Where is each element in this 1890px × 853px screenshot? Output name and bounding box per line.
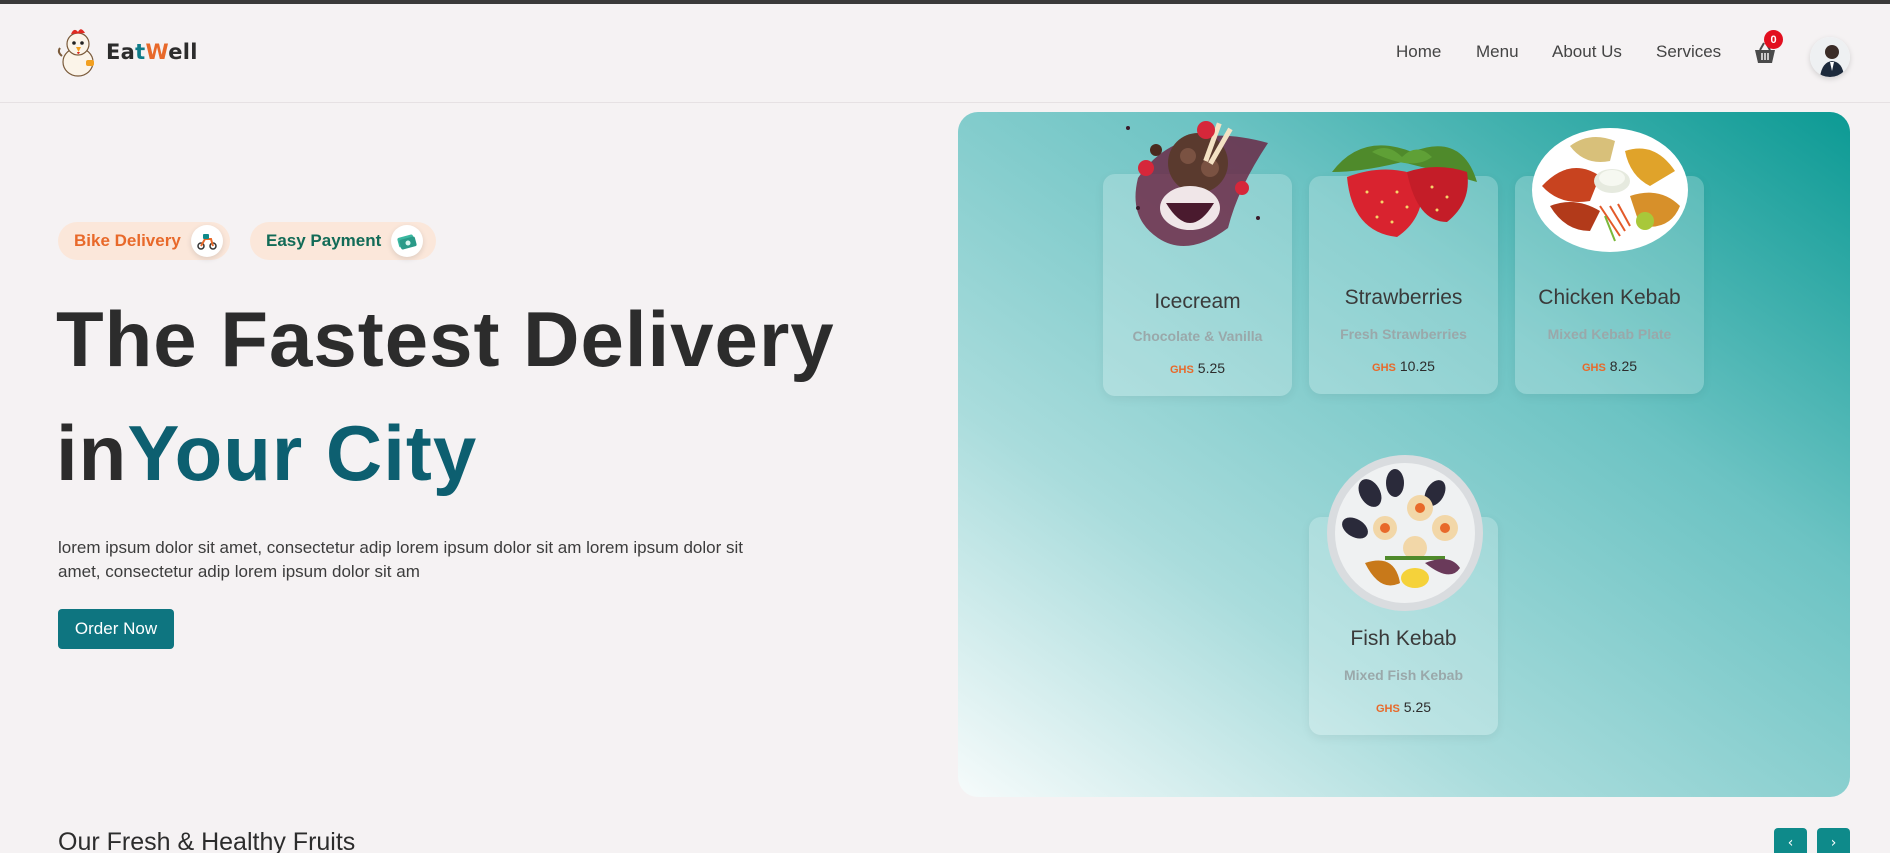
brand-part-2: t bbox=[135, 40, 146, 64]
nav-menu[interactable]: Menu bbox=[1476, 42, 1519, 62]
brand-part-4: ell bbox=[168, 40, 198, 64]
brand-name: EatWell bbox=[106, 40, 198, 64]
food-name: Strawberries bbox=[1344, 286, 1463, 309]
food-price-value: 8.25 bbox=[1609, 358, 1638, 374]
food-subtitle: Chocolate & Vanilla bbox=[1132, 328, 1263, 344]
food-price: GHS 5.25 bbox=[1103, 360, 1292, 376]
food-subtitle: Fresh Strawberries bbox=[1340, 326, 1467, 342]
food-currency: GHS bbox=[1372, 362, 1396, 374]
fruits-prev-button[interactable]: ‹ bbox=[1774, 828, 1807, 853]
food-price-value: 5.25 bbox=[1197, 360, 1226, 376]
cart-count-badge: 0 bbox=[1764, 30, 1783, 49]
chicken-mascot-icon bbox=[56, 26, 100, 78]
brand-part-3: W bbox=[145, 40, 169, 64]
food-price-value: 5.25 bbox=[1403, 699, 1432, 715]
easy-payment-label: Easy Payment bbox=[266, 231, 382, 250]
food-currency: GHS bbox=[1581, 362, 1606, 374]
money-icon bbox=[391, 225, 424, 257]
easy-payment-badge: Easy Payment bbox=[250, 222, 436, 260]
nav-home[interactable]: Home bbox=[1396, 42, 1441, 62]
hero-description: lorem ipsum dolor sit amet, consectetur … bbox=[58, 538, 743, 581]
food-name: Icecream bbox=[1154, 290, 1241, 313]
icecream-image bbox=[1126, 121, 1268, 246]
chicken-kebab-image bbox=[1532, 128, 1688, 252]
hero-headline-accent: Your City bbox=[127, 409, 478, 497]
food-currency: GHS bbox=[1375, 703, 1400, 715]
bike-delivery-badge: Bike Delivery bbox=[58, 222, 230, 260]
food-price: GHS 8.25 bbox=[1515, 358, 1704, 374]
scooter-icon bbox=[190, 225, 223, 257]
hero-headline-line-1: The Fastest Delivery bbox=[56, 295, 835, 383]
site-header: EatWell Home Menu About Us Services 0 bbox=[0, 4, 1890, 103]
food-name: Chicken Kebab bbox=[1538, 286, 1681, 309]
hero-headline-plain: in bbox=[56, 409, 128, 497]
order-now-button[interactable]: Order Now bbox=[58, 609, 174, 649]
nav-about-us[interactable]: About Us bbox=[1552, 42, 1622, 62]
nav-services[interactable]: Services bbox=[1656, 42, 1721, 62]
brand-part-1: Ea bbox=[106, 40, 136, 64]
fish-kebab-image bbox=[1327, 455, 1483, 611]
user-avatar[interactable] bbox=[1810, 37, 1850, 77]
brand-logo[interactable]: EatWell bbox=[56, 26, 198, 78]
food-subtitle: Mixed Kebab Plate bbox=[1547, 326, 1672, 342]
food-price: GHS 10.25 bbox=[1309, 358, 1498, 374]
chevron-right-icon: › bbox=[1830, 835, 1837, 851]
featured-foods-panel: Icecream Chocolate & Vanilla GHS 5.25 Str… bbox=[958, 112, 1850, 797]
food-price: GHS 5.25 bbox=[1309, 699, 1498, 715]
food-name: Fish Kebab bbox=[1350, 627, 1457, 650]
food-price-value: 10.25 bbox=[1399, 358, 1435, 374]
fresh-fruits-heading: Our Fresh & Healthy Fruits bbox=[58, 828, 356, 853]
strawberries-image bbox=[1332, 145, 1477, 237]
fruits-next-button[interactable]: › bbox=[1817, 828, 1850, 853]
chevron-left-icon: ‹ bbox=[1787, 835, 1794, 851]
food-currency: GHS bbox=[1169, 364, 1194, 376]
food-subtitle: Mixed Fish Kebab bbox=[1343, 667, 1464, 683]
hero-headline-line-2: inYour City bbox=[56, 408, 477, 499]
bike-delivery-label: Bike Delivery bbox=[74, 231, 181, 250]
